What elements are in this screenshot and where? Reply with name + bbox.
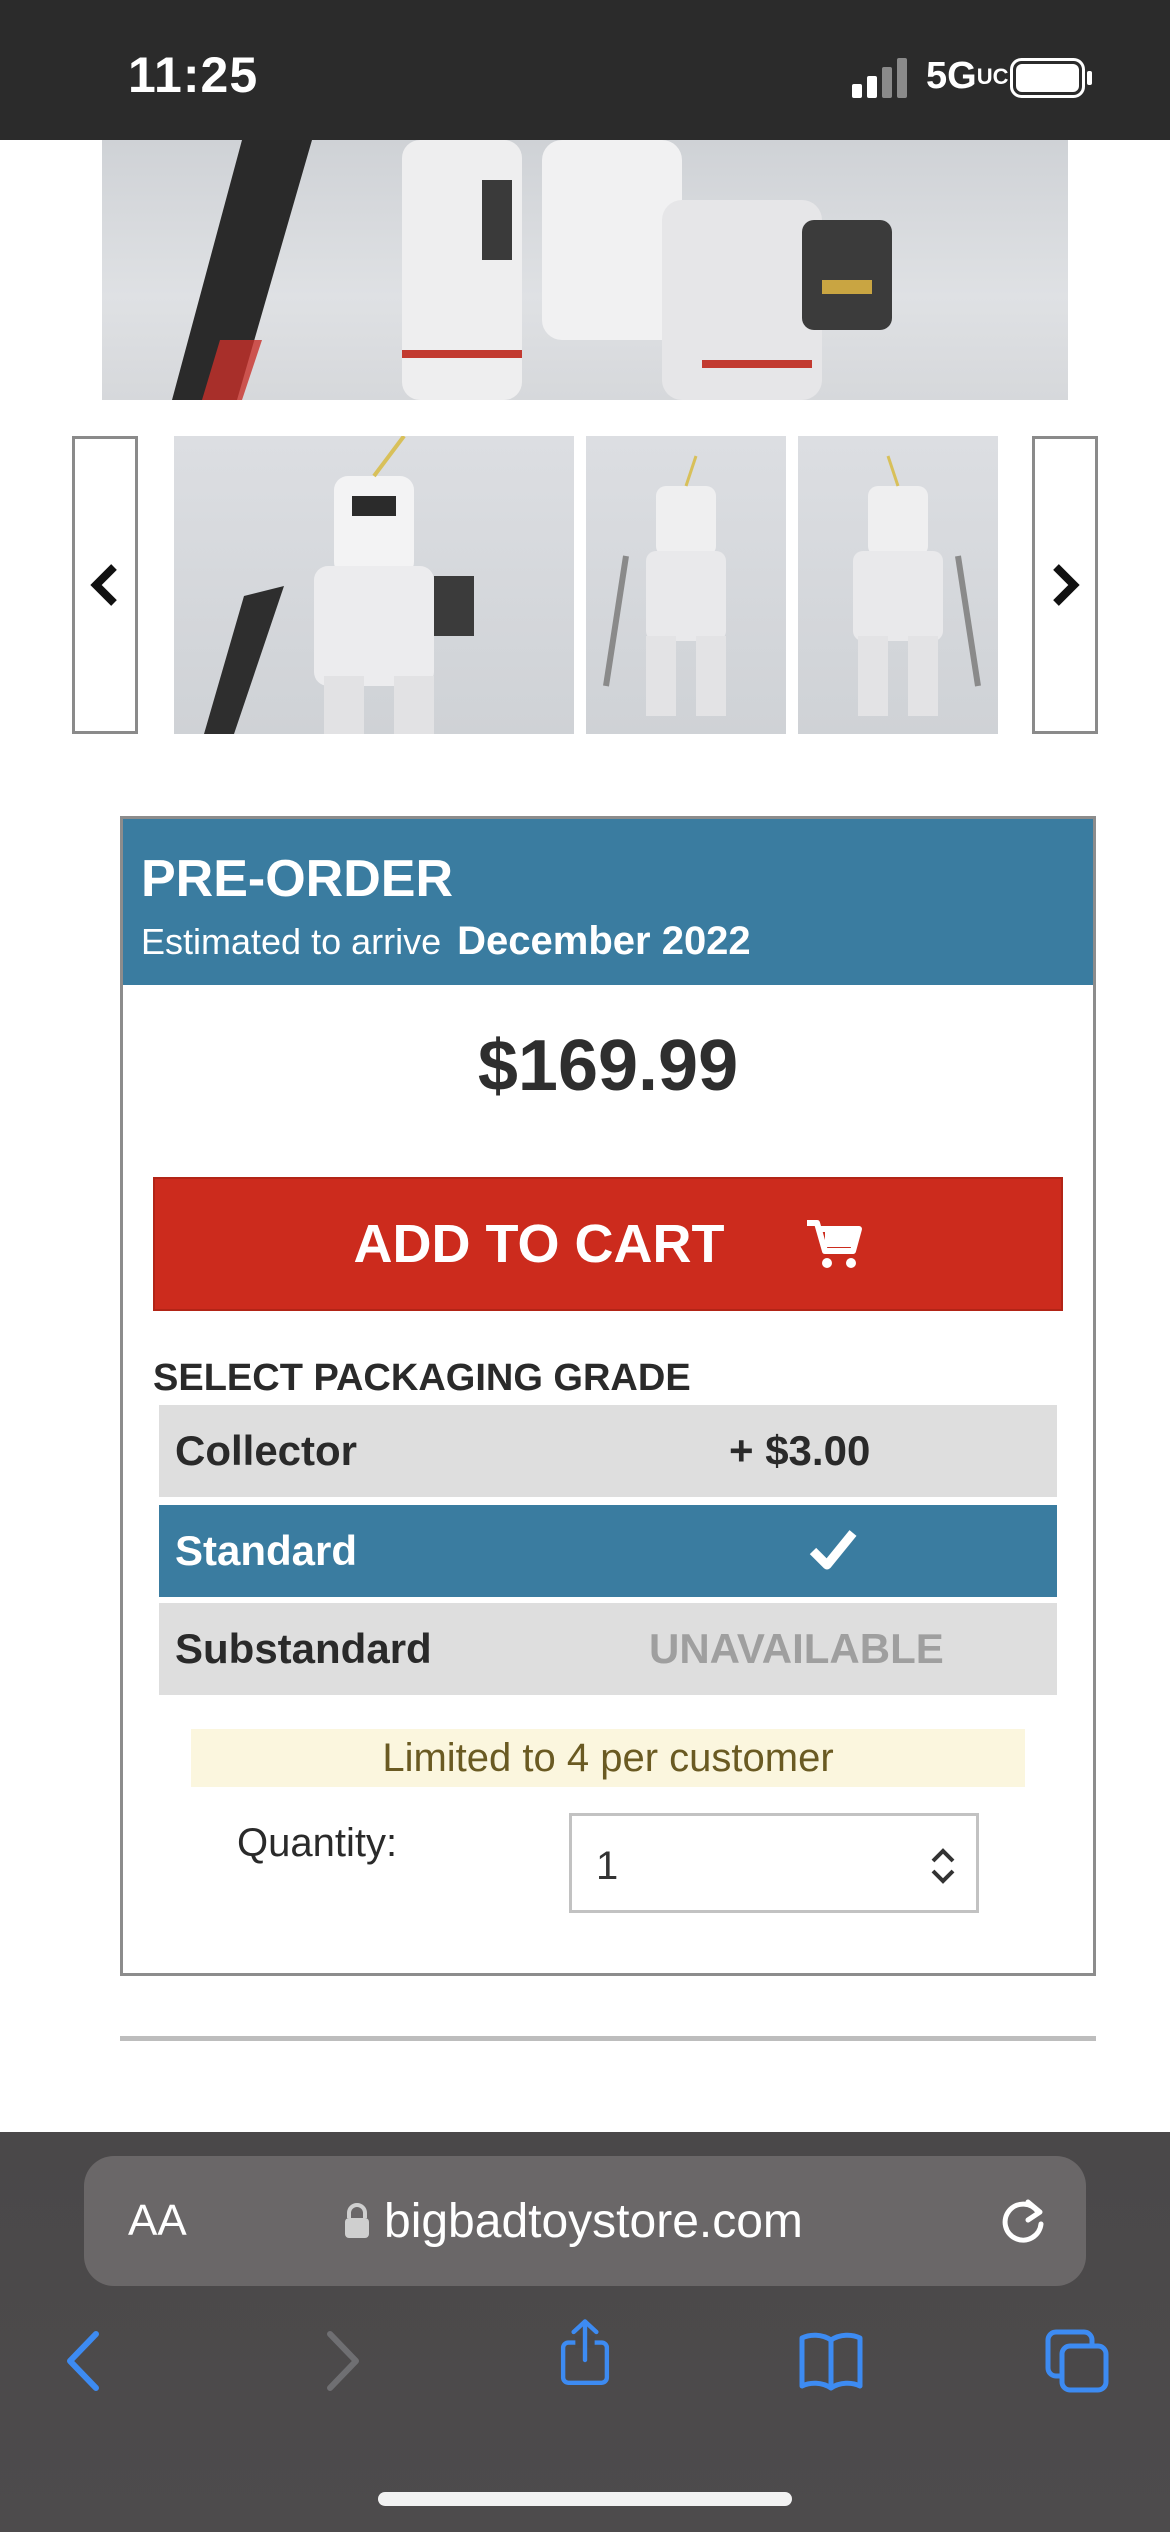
network-type-label: 5GUC: [926, 55, 1008, 98]
chevron-left-icon: [90, 564, 117, 606]
chevron-right-icon: [1053, 564, 1080, 606]
lock-icon: [345, 2203, 369, 2238]
status-time: 11:25: [128, 47, 259, 103]
home-indicator: [378, 2492, 792, 2506]
arrival-date: December 2022: [457, 919, 751, 963]
quantity-value: 1: [596, 1844, 619, 1888]
gallery-prev-button[interactable]: [72, 436, 138, 734]
share-icon[interactable]: [550, 2318, 620, 2388]
gallery-thumbnail[interactable]: [798, 436, 998, 734]
section-divider: [120, 2036, 1096, 2041]
thumbnail-image: [204, 436, 474, 734]
forward-arrow-icon[interactable]: [304, 2326, 374, 2396]
quantity-label: Quantity:: [237, 1821, 398, 1865]
grade-price: + $3.00: [729, 1427, 871, 1474]
thumbnail-image: [853, 455, 981, 716]
network-type: 5G: [926, 55, 977, 97]
gallery-thumbnail[interactable]: [586, 436, 786, 734]
packaging-grade-heading: SELECT PACKAGING GRADE: [153, 1357, 691, 1399]
grade-unavailable-label: UNAVAILABLE: [649, 1625, 944, 1672]
status-bar: 11:25 5GUC: [0, 0, 1170, 140]
grade-name: Standard: [175, 1527, 358, 1574]
product-price: $169.99: [477, 1026, 739, 1106]
reload-icon[interactable]: [994, 2192, 1052, 2250]
network-suffix: UC: [976, 64, 1009, 89]
robot-figure-image: [172, 140, 892, 400]
cellular-signal-icon: [852, 58, 907, 98]
purchase-panel: PRE-ORDER Estimated to arrive December 2…: [120, 816, 1096, 1976]
add-to-cart-button[interactable]: ADD TO CART: [153, 1177, 1063, 1311]
preorder-title: PRE-ORDER: [141, 850, 454, 908]
arrival-estimate: Estimated to arrive December 2022: [141, 919, 751, 964]
url-text: bigbadtoystore.com: [384, 2195, 803, 2248]
gallery-thumbnail[interactable]: [174, 436, 574, 734]
reader-options-button[interactable]: AA: [128, 2196, 187, 2246]
grade-option-substandard: Substandard UNAVAILABLE: [159, 1603, 1057, 1695]
address-bar[interactable]: AA bigbadtoystore.com: [84, 2156, 1086, 2286]
grade-option-collector[interactable]: Collector + $3.00: [159, 1405, 1057, 1497]
section-heading-partial: This item qualifies for: [0, 2090, 1170, 2130]
checkmark-icon: [809, 1530, 857, 1570]
bookmarks-icon[interactable]: [796, 2326, 866, 2396]
arrival-prefix: Estimated to arrive: [141, 921, 442, 962]
product-hero-image[interactable]: [102, 140, 1068, 400]
back-arrow-icon[interactable]: [52, 2326, 122, 2396]
cart-icon: [806, 1220, 862, 1268]
gallery-next-button[interactable]: [1032, 436, 1098, 734]
battery-icon: [1010, 58, 1092, 98]
preorder-header: PRE-ORDER Estimated to arrive December 2…: [123, 819, 1093, 985]
add-to-cart-label: ADD TO CART: [353, 1214, 725, 1274]
grade-name: Substandard: [175, 1625, 432, 1672]
up-down-arrows-icon: [931, 1848, 955, 1884]
grade-name: Collector: [175, 1427, 358, 1474]
grade-option-standard[interactable]: Standard: [159, 1505, 1057, 1597]
thumbnail-image: [603, 455, 726, 716]
purchase-limit-note: Limited to 4 per customer: [191, 1729, 1025, 1787]
quantity-select[interactable]: 1: [569, 1813, 979, 1913]
tabs-icon[interactable]: [1042, 2326, 1112, 2396]
